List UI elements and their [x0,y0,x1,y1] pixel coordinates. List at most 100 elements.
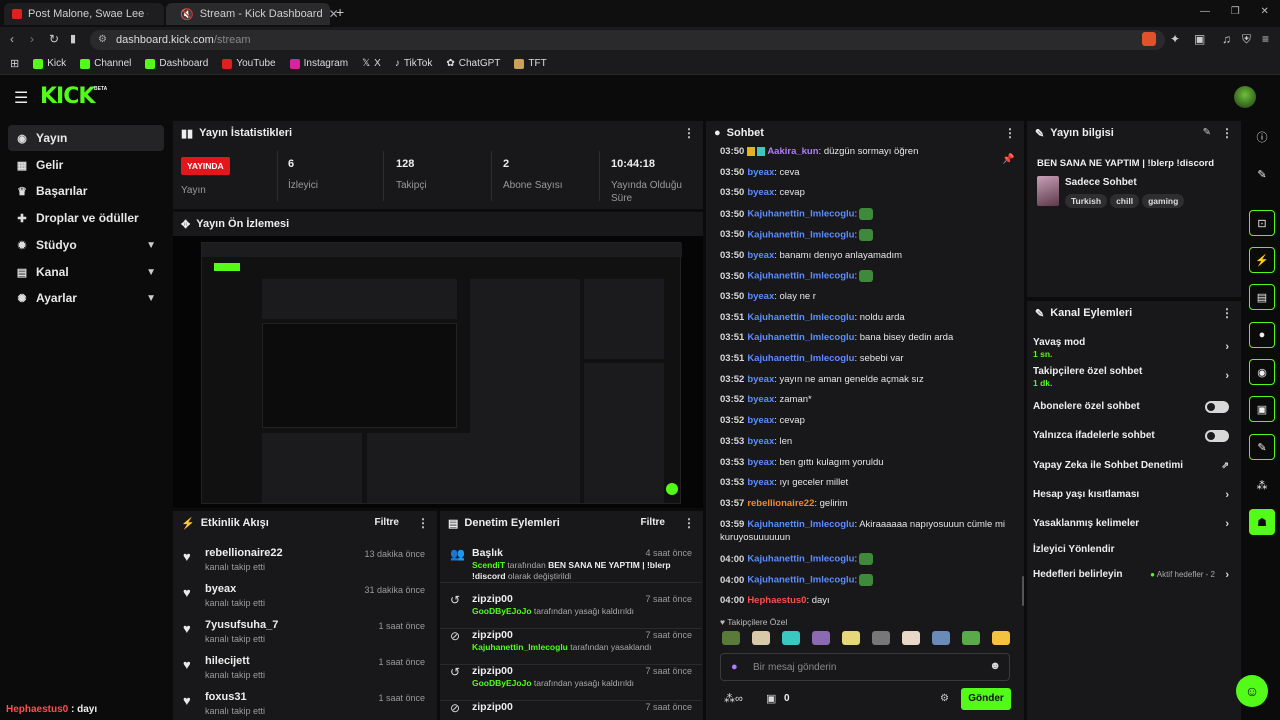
mod-actor[interactable]: ScendiT [472,560,505,570]
chat-username[interactable]: Kajuhanettin_Imlecoglu [747,353,854,364]
new-tab-button[interactable]: + [336,5,350,19]
menu-icon[interactable]: ≡ [1262,32,1269,46]
feed-user[interactable]: byeax [205,583,236,595]
banned-words-row[interactable]: Yasaklanmış kelimeler › [1033,518,1229,530]
more-options-icon[interactable]: ⋮ [1004,126,1016,140]
account-age-row[interactable]: Hesap yaşı kısıtlaması › [1033,489,1229,501]
tag[interactable]: Turkish [1065,194,1108,208]
emoji-icon[interactable]: ☻ [989,660,1001,672]
extensions-icon[interactable]: ✦ [1170,32,1180,46]
chat-username[interactable]: byeax [747,436,774,447]
tag[interactable]: gaming [1142,194,1185,208]
chat-toggle-icon[interactable]: ● [1249,322,1275,348]
chat-settings-icon[interactable]: ⚙ [940,693,949,704]
chat-username[interactable]: Kajuhanettin_Imlecoglu [747,271,854,282]
bookmark-x[interactable]: 𝕏X [362,58,381,69]
gift-box-icon[interactable]: ▣ [766,692,776,705]
stream-preview-video[interactable] [173,236,703,508]
emotes-only-toggle[interactable] [1205,430,1229,442]
chat-username[interactable]: byeax [747,291,774,302]
brave-shield-icon[interactable] [1142,32,1156,46]
community-icon[interactable]: ⁂∞ [724,692,743,705]
more-options-icon[interactable]: ⋮ [417,516,429,530]
emote-icon[interactable] [722,631,740,645]
feed-user[interactable]: rebellionaire22 [205,547,283,559]
sidebar-item-droplar[interactable]: ✚ Droplar ve ödüller [8,205,164,231]
feed-user[interactable]: foxus31 [205,691,247,703]
chat-username[interactable]: Kajuhanettin_Imlecoglu [747,332,854,343]
mod-actor[interactable]: GooDByEJoJo [472,678,532,688]
emote-icon[interactable] [962,631,980,645]
redirect-row[interactable]: İzleyici Yönlendir [1033,544,1229,555]
chat-username[interactable]: byeax [747,457,774,468]
pepe-emote-icon[interactable] [859,574,874,586]
ai-moderation-row[interactable]: Yapay Zeka ile Sohbet Denetimi ⇗ [1033,460,1229,471]
mod-actor[interactable]: Kajuhanettin_Imlecoglu [472,642,568,652]
chat-scrollbar[interactable] [1022,576,1024,606]
sidebar-item-basarilar[interactable]: ♛ Başarılar [8,178,164,204]
muted-icon[interactable]: 🔇 [180,8,194,21]
chat-username[interactable]: Aakira_kun [767,146,818,157]
mod-actor[interactable]: GooDByEJoJo [472,606,532,616]
chat-username[interactable]: Kajuhanettin_Imlecoglu [747,554,854,565]
maximize-icon[interactable]: ❐ [1231,6,1240,17]
chat-username[interactable]: Kajuhanettin_Imlecoglu [747,209,854,220]
filter-button[interactable]: Filtre [375,517,399,528]
preview-toggle-icon[interactable]: ⊡ [1249,210,1275,236]
chat-username[interactable]: byeax [747,477,774,488]
chat-username[interactable]: byeax [747,415,774,426]
broadcast-toggle-icon[interactable]: ◉ [1249,359,1275,385]
help-chat-icon[interactable]: ☺ [1236,675,1268,707]
edit-icon[interactable]: ✎ [1249,161,1275,187]
chat-username[interactable]: Kajuhanettin_Imlecoglu [747,229,854,240]
vpn-icon[interactable]: ⛨ [1242,32,1251,47]
sidebar-item-studyo[interactable]: ✹ Stüdyo ▼ [8,232,164,258]
apps-grid-icon[interactable]: ⊞ [10,57,19,70]
chat-username[interactable]: byeax [747,250,774,261]
slow-mode-row[interactable]: Yavaş mod 1 sn. › [1033,337,1229,359]
site-info-icon[interactable]: ⚙ [98,30,107,50]
bookmark-icon[interactable]: ▮ [70,32,76,45]
sidebar-item-kanal[interactable]: ▤ Kanal ▼ [8,259,164,285]
bookmark-channel[interactable]: Channel [80,58,131,69]
pepe-emote-icon[interactable] [859,553,874,566]
emote-icon[interactable] [902,631,920,645]
layout-toggle-icon[interactable]: ▣ [1249,396,1275,422]
tab-youtube[interactable]: Post Malone, Swae Lee - Sunflower ( [4,3,164,25]
chat-username[interactable]: rebellionaire22 [747,498,814,509]
emote-icon[interactable] [812,631,830,645]
music-icon[interactable]: ♫ [1222,32,1231,46]
chat-username[interactable]: Kajuhanettin_Imlecoglu [747,575,854,586]
chat-username[interactable]: byeax [747,187,774,198]
tab-kick-dashboard[interactable]: 🔇 Stream - Kick Dashboard ✕ [166,3,339,25]
reload-icon[interactable]: ↻ [49,32,59,46]
pepe-emote-icon[interactable] [859,208,874,221]
emote-icon[interactable] [992,631,1010,645]
bot-icon[interactable]: ☗ [1249,509,1275,535]
wrench-toggle-icon[interactable]: ✎ [1249,434,1275,460]
url-field[interactable]: ⚙ dashboard.kick.com/stream ⇪ [90,30,1165,50]
bookmark-tft[interactable]: TFT [514,58,547,69]
category-name[interactable]: Sadece Sohbet [1065,177,1137,188]
forward-icon[interactable]: › [30,32,34,46]
bookmark-instagram[interactable]: Instagram [289,58,348,69]
back-icon[interactable]: ‹ [10,32,14,46]
user-avatar[interactable] [1234,86,1256,108]
bookmark-kick[interactable]: Kick [33,58,66,69]
send-button[interactable]: Gönder [961,688,1011,710]
filter-button[interactable]: Filtre [641,517,665,528]
sidebar-item-gelir[interactable]: ▦ Gelir [8,152,164,178]
bookmark-dashboard[interactable]: Dashboard [145,58,208,69]
feed-user[interactable]: 7yusufsuha_7 [205,619,278,631]
bookmark-tiktok[interactable]: ♪ TikTok [395,58,433,69]
emote-icon[interactable] [752,631,770,645]
chat-username[interactable]: byeax [747,374,774,385]
sidebar-item-ayarlar[interactable]: ✺ Ayarlar ▼ [8,285,164,311]
chat-username[interactable]: byeax [747,394,774,405]
close-window-icon[interactable]: ✕ [1261,6,1269,17]
subs-only-toggle[interactable] [1205,401,1229,413]
kick-logo[interactable]: KICK [40,84,95,109]
tag[interactable]: chill [1110,194,1140,208]
hamburger-menu-icon[interactable]: ☰ [14,88,28,108]
chat-username[interactable]: Kajuhanettin_Imlecoglu [747,312,854,323]
